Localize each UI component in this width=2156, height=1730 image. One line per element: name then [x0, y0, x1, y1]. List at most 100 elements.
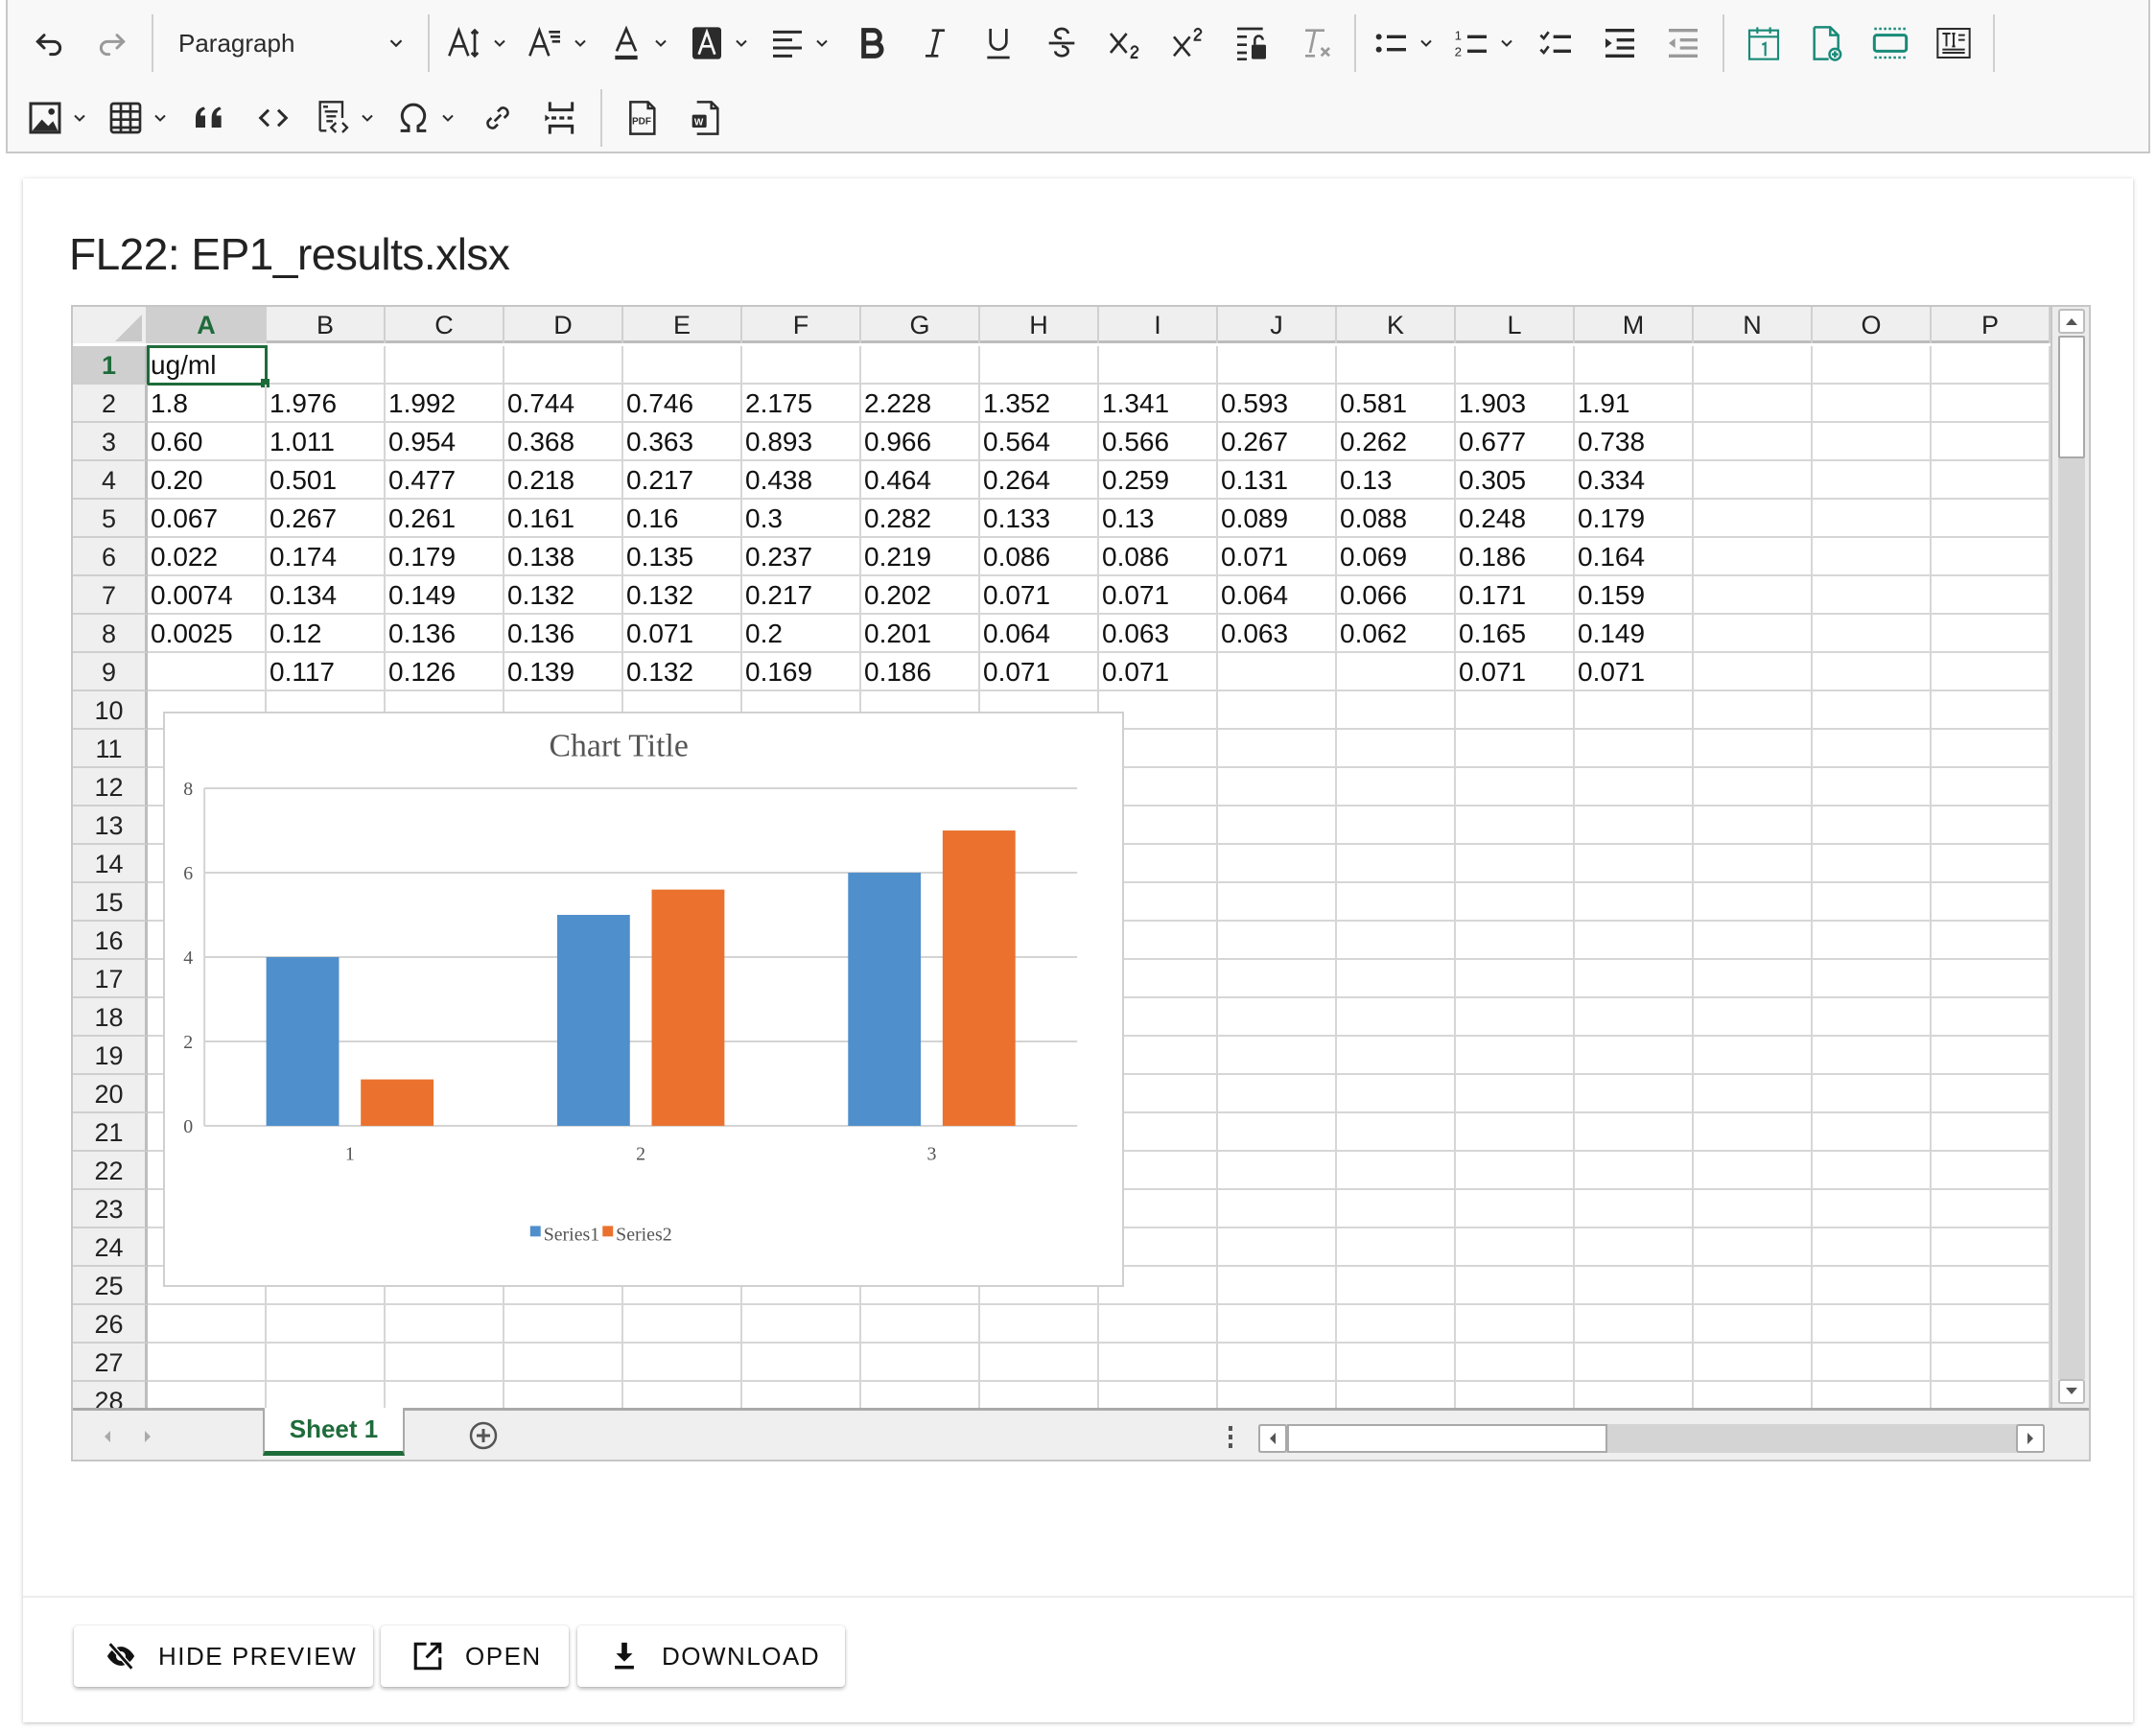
row-header-14[interactable]: 14 — [73, 845, 148, 883]
cell-m25[interactable] — [1575, 1267, 1694, 1305]
cell-j8[interactable]: 0.063 — [1218, 615, 1337, 653]
cell-h3[interactable]: 0.564 — [980, 423, 1099, 461]
cell-p22[interactable] — [1932, 1152, 2051, 1190]
cell-e6[interactable]: 0.135 — [623, 538, 742, 576]
cell-p10[interactable] — [1932, 691, 2051, 730]
cell-n21[interactable] — [1694, 1113, 1813, 1152]
cell-l20[interactable] — [1456, 1075, 1575, 1113]
cell-k27[interactable] — [1337, 1344, 1456, 1382]
cell-o20[interactable] — [1813, 1075, 1932, 1113]
cell-l19[interactable] — [1456, 1037, 1575, 1075]
cell-g9[interactable]: 0.186 — [861, 653, 980, 691]
insert-image-button[interactable] — [26, 91, 89, 145]
cell-p8[interactable] — [1932, 615, 2051, 653]
cell-k16[interactable] — [1337, 922, 1456, 960]
insert-table-button[interactable] — [106, 91, 170, 145]
cell-j5[interactable]: 0.089 — [1218, 500, 1337, 538]
row-header-24[interactable]: 24 — [73, 1228, 148, 1267]
cell-b27[interactable] — [267, 1344, 386, 1382]
cell-p6[interactable] — [1932, 538, 2051, 576]
sheet-tab-sheet-1[interactable]: Sheet 1 — [263, 1408, 405, 1456]
cell-l3[interactable]: 0.677 — [1456, 423, 1575, 461]
cell-d9[interactable]: 0.139 — [504, 653, 623, 691]
select-all-corner[interactable] — [73, 307, 148, 343]
cell-c5[interactable]: 0.261 — [386, 500, 504, 538]
cell-h27[interactable] — [980, 1344, 1099, 1382]
bulleted-list-button[interactable] — [1372, 16, 1436, 70]
cell-k2[interactable]: 0.581 — [1337, 385, 1456, 423]
cell-o25[interactable] — [1813, 1267, 1932, 1305]
row-header-18[interactable]: 18 — [73, 998, 148, 1037]
bar-series1-1[interactable] — [266, 957, 340, 1126]
cell-e8[interactable]: 0.071 — [623, 615, 742, 653]
cell-o2[interactable] — [1813, 385, 1932, 423]
cell-m26[interactable] — [1575, 1305, 1694, 1344]
cell-m23[interactable] — [1575, 1190, 1694, 1228]
cell-o5[interactable] — [1813, 500, 1932, 538]
cell-n25[interactable] — [1694, 1267, 1813, 1305]
row-header-9[interactable]: 9 — [73, 653, 148, 691]
cell-p13[interactable] — [1932, 807, 2051, 845]
cell-n2[interactable] — [1694, 385, 1813, 423]
cell-k5[interactable]: 0.088 — [1337, 500, 1456, 538]
cell-j27[interactable] — [1218, 1344, 1337, 1382]
cell-h1[interactable] — [980, 346, 1099, 385]
cell-a26[interactable] — [148, 1305, 267, 1344]
cell-b3[interactable]: 1.011 — [267, 423, 386, 461]
cell-m3[interactable]: 0.738 — [1575, 423, 1694, 461]
cell-d4[interactable]: 0.218 — [504, 461, 623, 500]
cell-l17[interactable] — [1456, 960, 1575, 998]
cell-o1[interactable] — [1813, 346, 1932, 385]
todo-list-button[interactable] — [1534, 16, 1580, 70]
row-header-11[interactable]: 11 — [73, 730, 148, 768]
cell-a8[interactable]: 0.0025 — [148, 615, 267, 653]
cell-i27[interactable] — [1099, 1344, 1218, 1382]
cell-n9[interactable] — [1694, 653, 1813, 691]
cell-j6[interactable]: 0.071 — [1218, 538, 1337, 576]
cell-o27[interactable] — [1813, 1344, 1932, 1382]
cell-a1[interactable]: ug/ml — [147, 345, 270, 387]
cell-l7[interactable]: 0.171 — [1456, 576, 1575, 615]
column-header-d[interactable]: D — [504, 307, 623, 343]
row-header-6[interactable]: 6 — [73, 538, 148, 576]
redo-button[interactable] — [89, 16, 135, 70]
cell-e26[interactable] — [623, 1305, 742, 1344]
cell-j14[interactable] — [1218, 845, 1337, 883]
cell-p7[interactable] — [1932, 576, 2051, 615]
column-header-i[interactable]: I — [1099, 307, 1218, 343]
cell-o14[interactable] — [1813, 845, 1932, 883]
cell-l6[interactable]: 0.186 — [1456, 538, 1575, 576]
row-header-8[interactable]: 8 — [73, 615, 148, 653]
cell-d27[interactable] — [504, 1344, 623, 1382]
cell-h6[interactable]: 0.086 — [980, 538, 1099, 576]
cell-k23[interactable] — [1337, 1190, 1456, 1228]
bar-series2-3[interactable] — [942, 830, 1016, 1126]
cell-i26[interactable] — [1099, 1305, 1218, 1344]
cell-l22[interactable] — [1456, 1152, 1575, 1190]
cell-h26[interactable] — [980, 1305, 1099, 1344]
next-sheet-button[interactable] — [138, 1424, 157, 1449]
row-header-13[interactable]: 13 — [73, 807, 148, 845]
cell-j26[interactable] — [1218, 1305, 1337, 1344]
cell-m7[interactable]: 0.159 — [1575, 576, 1694, 615]
cell-k22[interactable] — [1337, 1152, 1456, 1190]
cell-j10[interactable] — [1218, 691, 1337, 730]
cell-l10[interactable] — [1456, 691, 1575, 730]
cell-j9[interactable] — [1218, 653, 1337, 691]
cell-k26[interactable] — [1337, 1305, 1456, 1344]
link-button[interactable] — [475, 91, 521, 145]
scroll-up-button[interactable] — [2058, 309, 2085, 334]
cell-p27[interactable] — [1932, 1344, 2051, 1382]
cell-n6[interactable] — [1694, 538, 1813, 576]
heading-dropdown[interactable]: Paragraph — [161, 16, 420, 70]
cell-h8[interactable]: 0.064 — [980, 615, 1099, 653]
column-header-g[interactable]: G — [861, 307, 980, 343]
cell-j21[interactable] — [1218, 1113, 1337, 1152]
cell-g6[interactable]: 0.219 — [861, 538, 980, 576]
cell-g4[interactable]: 0.464 — [861, 461, 980, 500]
cell-n24[interactable] — [1694, 1228, 1813, 1267]
cell-l4[interactable]: 0.305 — [1456, 461, 1575, 500]
cell-f6[interactable]: 0.237 — [742, 538, 861, 576]
cell-i6[interactable]: 0.086 — [1099, 538, 1218, 576]
cell-c27[interactable] — [386, 1344, 504, 1382]
